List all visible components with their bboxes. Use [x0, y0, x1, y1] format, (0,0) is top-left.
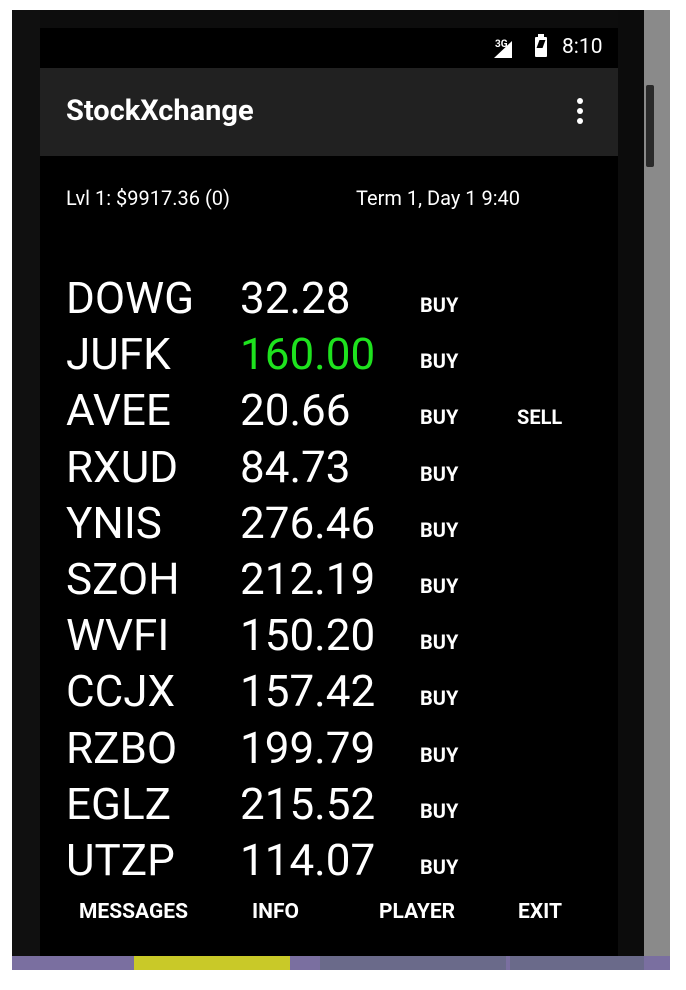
- stock-symbol: YNIS: [66, 496, 162, 549]
- stock-price: 199.79: [240, 721, 376, 774]
- stock-symbol: EGLZ: [66, 777, 172, 830]
- taskbar-item[interactable]: [134, 956, 290, 970]
- stock-symbol: AVEE: [66, 384, 171, 437]
- stock-row: DOWG 32.28 BUY: [40, 273, 618, 329]
- stock-row: UTZP 114.07 BUY: [40, 835, 618, 891]
- stock-row: AVEE 20.66 BUY SELL: [40, 385, 618, 441]
- buy-button[interactable]: BUY: [420, 686, 458, 710]
- stock-symbol: RXUD: [66, 440, 179, 493]
- stock-price: 84.73: [240, 440, 351, 493]
- stock-symbol: WVFI: [66, 609, 170, 662]
- stock-symbol: RZBO: [66, 721, 178, 774]
- stock-price: 160.00: [240, 328, 376, 381]
- status-time: 8:10: [562, 35, 603, 59]
- stock-price: 114.07: [240, 834, 376, 886]
- device-side-button: [646, 85, 654, 167]
- info-button[interactable]: INFO: [252, 900, 299, 924]
- network-type: 3G: [495, 39, 508, 50]
- app-title: StockXchange: [66, 94, 254, 128]
- buy-button[interactable]: BUY: [420, 574, 458, 598]
- exit-button[interactable]: EXIT: [518, 900, 562, 924]
- taskbar-item[interactable]: [510, 956, 644, 970]
- buy-button[interactable]: BUY: [420, 462, 458, 486]
- taskbar-item[interactable]: [320, 956, 506, 970]
- stock-price: 150.20: [240, 609, 376, 662]
- level-balance: Lvl 1: $9917.36 (0): [66, 186, 230, 210]
- stock-symbol: JUFK: [66, 328, 171, 381]
- buy-button[interactable]: BUY: [420, 743, 458, 767]
- stock-row: RXUD 84.73 BUY: [40, 442, 618, 498]
- device-bezel-left: [12, 10, 40, 956]
- stock-price: 276.46: [240, 496, 376, 549]
- stock-row: SZOH 212.19 BUY: [40, 554, 618, 610]
- status-bar: 3G 8:10: [40, 28, 618, 68]
- stock-row: CCJX 157.42 BUY: [40, 666, 618, 722]
- stock-symbol: SZOH: [66, 553, 180, 605]
- buy-button[interactable]: BUY: [420, 349, 458, 373]
- stock-price: 157.42: [240, 665, 376, 718]
- sell-button[interactable]: SELL: [517, 405, 562, 429]
- battery-icon: [535, 34, 547, 57]
- stock-price: 20.66: [240, 384, 351, 437]
- stock-row: EGLZ 215.52 BUY: [40, 779, 618, 835]
- app-bar: StockXchange: [40, 68, 618, 156]
- buy-button[interactable]: BUY: [420, 293, 458, 317]
- term-day-time: Term 1, Day 1 9:40: [356, 186, 521, 210]
- device-bezel-right: [618, 10, 644, 956]
- stock-price: 215.52: [240, 777, 376, 830]
- stock-row: RZBO 199.79 BUY: [40, 723, 618, 779]
- app-screen: 3G 8:10 StockXchange Lvl 1: $9917.36 (0)…: [40, 28, 618, 956]
- buy-button[interactable]: BUY: [420, 855, 458, 879]
- stock-symbol: UTZP: [66, 834, 175, 886]
- buy-button[interactable]: BUY: [420, 799, 458, 823]
- stock-symbol: CCJX: [66, 665, 176, 718]
- stock-symbol: DOWG: [66, 272, 195, 324]
- player-button[interactable]: PLAYER: [379, 900, 455, 924]
- stock-row: YNIS 276.46 BUY: [40, 498, 618, 554]
- stock-price: 212.19: [240, 553, 376, 605]
- stock-price: 32.28: [240, 272, 351, 324]
- buy-button[interactable]: BUY: [420, 518, 458, 542]
- stock-row: JUFK 160.00 BUY: [40, 329, 618, 385]
- overflow-menu-icon[interactable]: [576, 98, 584, 128]
- messages-button[interactable]: MESSAGES: [79, 900, 188, 924]
- buy-button[interactable]: BUY: [420, 630, 458, 654]
- buy-button[interactable]: BUY: [420, 405, 458, 429]
- stock-row: WVFI 150.20 BUY: [40, 610, 618, 666]
- device-bezel-top: [12, 10, 644, 28]
